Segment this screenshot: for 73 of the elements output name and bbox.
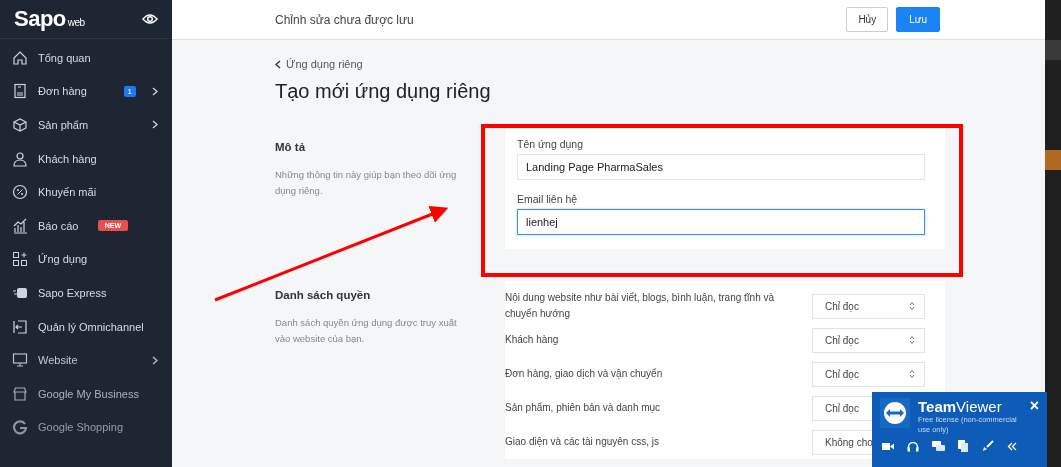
collapse-icon[interactable] [1007,441,1017,451]
arrows-logo-icon [880,398,910,428]
sidebar-item-label: Khuyến mãi [38,186,98,199]
discount-icon [12,184,28,201]
permission-select[interactable]: Chỉ đọc [812,293,925,319]
permission-label: Nội dung website như bài viết, blogs, bình luận, trang tĩnh và chuyển hướng [505,291,776,321]
sign-in-icon [12,318,28,335]
sidebar-item[interactable]: Sapo Express [0,276,172,310]
home-icon [12,49,28,66]
field-label: Email liên hệ [517,193,579,205]
permission-label: Sản phẩm, phiên bản và danh mục [505,401,662,415]
person-icon [12,150,28,167]
google-icon [12,419,28,436]
section-description: Danh sách quyền ứng dụng được truy xuất vào website của bạn. [275,316,458,346]
apps-icon [12,251,28,268]
video-icon[interactable] [882,441,894,451]
sidebar-item[interactable]: Website [0,343,172,377]
cancel-button[interactable]: Hủy [846,7,889,32]
sidebar-item[interactable]: Đơn hàng 1 [0,74,172,109]
close-button[interactable]: × [1029,398,1039,414]
sidebar-item-label: Khách hàng [38,152,98,165]
input-field[interactable]: lienhej [517,209,925,235]
chevron-left-icon[interactable] [275,59,281,69]
permission-select[interactable]: Chỉ đọc [812,361,925,387]
sidebar-item-label: Báo cáo [38,219,80,232]
field-label: Tên ứng dụng [517,138,584,150]
brush-icon[interactable] [982,440,994,452]
chevron-icon [152,355,158,365]
sidebar-item-label: Google My Business [38,387,140,400]
sort-arrows-icon [909,335,915,345]
permission-label: Giao diện và các tài nguyên css, js [505,435,660,449]
box-icon [12,117,28,133]
sidebar-item[interactable]: Tổng quan [0,41,172,75]
sidebar-item-label: Google Shopping [38,421,124,434]
chevron-icon [152,86,158,96]
document-icon [12,83,28,100]
eye-icon[interactable] [142,13,158,25]
input-field[interactable]: Landing Page PharmaSales [517,154,925,180]
page-title: Tạo mới ứng dụng riêng [275,80,492,103]
sidebar-item[interactable]: Khách hàng [0,141,172,176]
section-heading: Mô tả [275,141,307,153]
chart-icon [12,217,28,234]
logo[interactable]: Sapoweb [14,6,85,32]
permission-label: Khách hàng [505,333,560,347]
sidebar-item[interactable]: Sản phẩm [0,108,172,142]
sidebar-item[interactable]: Google Shopping [0,410,172,445]
chevron-icon [152,120,158,130]
back-link[interactable]: Ứng dụng riêng [286,58,363,70]
unsaved-status: Chỉnh sửa chưa được lưu [275,12,414,27]
sidebar-item[interactable]: Ứng dụng [0,242,172,277]
sidebar-item[interactable]: Quản lý Omnichannel [0,309,172,344]
section-heading: Danh sách quyền [275,289,372,301]
sidebar-item-label: Ứng dụng [38,253,89,266]
sidebar-item-label: Sapo Express [38,286,108,299]
sidebar-item-label: Đơn hàng [38,85,88,98]
sidebar-item-label: Quản lý Omnichannel [38,320,145,333]
sidebar-item[interactable]: Khuyến mãi [0,175,172,209]
section-description: Những thông tin này giúp bạn theo dõi ứng dụng riêng. [275,168,458,198]
sort-arrows-icon [909,369,915,379]
sort-arrows-icon [909,301,915,311]
save-button[interactable]: Lưu [896,7,940,32]
chat-icon[interactable] [932,440,945,452]
sidebar-item-label: Sản phẩm [38,119,90,131]
monitor-icon [12,352,28,369]
store-icon [12,385,28,402]
permission-label: Đơn hàng, giao dịch và vận chuyển [505,367,664,381]
count-badge: 1 [123,85,136,97]
sidebar-item[interactable]: Google My Business [0,376,172,411]
sidebar-item-label: Tổng quan [38,51,92,64]
headset-icon[interactable] [907,440,919,452]
permission-select[interactable]: Chỉ đọc [812,327,925,353]
files-icon[interactable] [958,440,969,452]
sidebar-item-label: Website [38,354,79,367]
